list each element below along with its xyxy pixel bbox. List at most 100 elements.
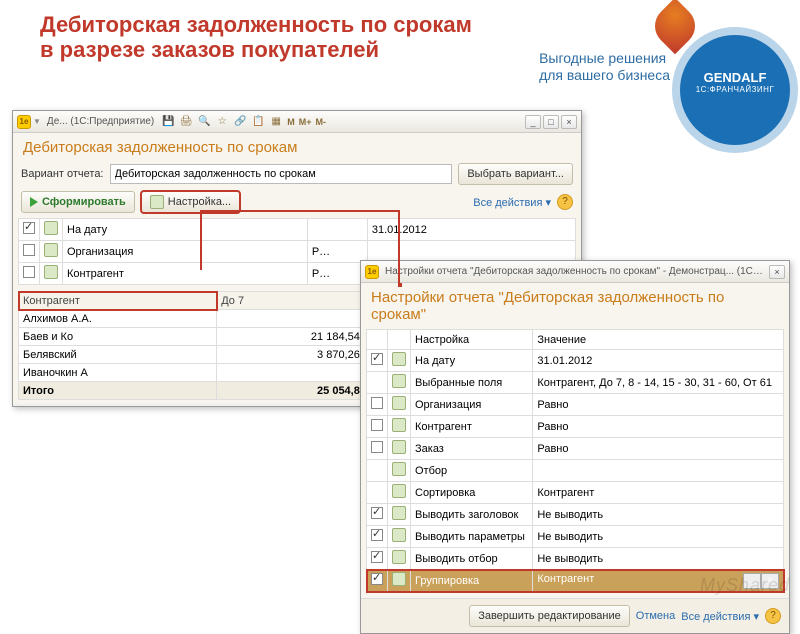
setting-value[interactable]: Контрагент: [533, 482, 784, 504]
window-title: Настройки отчета "Дебиторская задолженно…: [381, 266, 767, 277]
help-icon[interactable]: ?: [765, 608, 781, 624]
all-actions-link[interactable]: Все действия ▾: [681, 610, 759, 623]
checkbox[interactable]: [371, 353, 383, 365]
variant-input[interactable]: [110, 164, 453, 184]
settings-row[interactable]: Организация Равно: [367, 394, 784, 416]
field-icon: [392, 352, 406, 366]
checkbox[interactable]: [371, 397, 383, 409]
setting-label: Отбор: [411, 460, 533, 482]
setting-label: Организация: [63, 241, 308, 263]
form-report-button[interactable]: Сформировать: [21, 191, 135, 213]
col-setting: Настройка: [411, 330, 533, 350]
checkbox[interactable]: [371, 507, 383, 519]
help-icon[interactable]: ?: [557, 194, 573, 210]
calc-icon[interactable]: 📋: [250, 114, 266, 130]
play-icon: [30, 197, 38, 207]
settings-row[interactable]: Выводить заголовок Не выводить: [367, 504, 784, 526]
preview-icon[interactable]: 🔍: [196, 114, 212, 130]
column-header: До 7: [217, 292, 365, 310]
setting-value[interactable]: Контрагент, До 7, 8 - 14, 15 - 30, 31 - …: [533, 372, 784, 394]
titlebar: 1e ▼ Де... (1С:Предприятие) 💾 🖨 🔍 ☆ 🔗 📋 …: [13, 111, 581, 133]
setting-label: Заказ: [411, 438, 533, 460]
page-subtitle: Выгодные решения для вашего бизнеса: [539, 50, 670, 84]
checkbox[interactable]: [371, 441, 383, 453]
finish-editing-button[interactable]: Завершить редактирование: [469, 605, 630, 627]
setting-label: Сортировка: [411, 482, 533, 504]
select-variant-button[interactable]: Выбрать вариант...: [458, 163, 573, 185]
link-icon[interactable]: 🔗: [232, 114, 248, 130]
setting-value[interactable]: Не выводить: [533, 548, 784, 570]
settings-row[interactable]: Контрагент Равно: [367, 416, 784, 438]
settings-row[interactable]: Выбранные поля Контрагент, До 7, 8 - 14,…: [367, 372, 784, 394]
variant-label: Вариант отчета:: [21, 168, 104, 180]
all-actions-link[interactable]: Все действия ▾: [473, 196, 551, 209]
report-header: Дебиторская задолженность по срокам: [13, 133, 581, 160]
m-plus-button[interactable]: M+: [298, 117, 313, 127]
titlebar: 1e Настройки отчета "Дебиторская задолже…: [361, 261, 789, 283]
save-icon[interactable]: 💾: [160, 114, 176, 130]
settings-header: Настройки отчета "Дебиторская задолженно…: [361, 283, 789, 327]
setting-value[interactable]: 31.01.2012: [533, 350, 784, 372]
print-icon[interactable]: 🖨: [178, 114, 194, 130]
setting-label: Контрагент: [411, 416, 533, 438]
checkbox[interactable]: [23, 266, 35, 278]
setting-label: Выводить параметры: [411, 526, 533, 548]
brand-logo-badge: GENDALF 1С:ФРАНЧАЙЗИНГ: [680, 35, 790, 145]
window-title: Де... (1С:Предприятие): [43, 116, 158, 127]
setting-value[interactable]: Равно: [533, 438, 784, 460]
cancel-link[interactable]: Отмена: [636, 610, 675, 622]
checkbox[interactable]: [371, 529, 383, 541]
setting-label: Контрагент: [63, 263, 308, 285]
checkbox[interactable]: [23, 222, 35, 234]
settings-row[interactable]: Отбор: [367, 460, 784, 482]
setting-op[interactable]: Р…: [307, 241, 367, 263]
field-icon: [392, 418, 406, 432]
m-minus-button[interactable]: M-: [315, 117, 328, 127]
setting-label: Выбранные поля: [411, 372, 533, 394]
settings-icon: [150, 195, 164, 209]
field-icon: [392, 528, 406, 542]
setting-value[interactable]: Равно: [533, 394, 784, 416]
field-icon: [44, 221, 58, 235]
field-icon: [392, 484, 406, 498]
field-icon: [392, 506, 406, 520]
watermark: MyShared: [700, 575, 790, 596]
settings-row[interactable]: На дату 31.01.2012: [367, 350, 784, 372]
field-icon: [44, 243, 58, 257]
checkbox[interactable]: [371, 551, 383, 563]
field-icon: [44, 265, 58, 279]
setting-op[interactable]: Р…: [307, 263, 367, 285]
close-button[interactable]: ×: [561, 115, 577, 129]
field-icon: [392, 572, 406, 586]
settings-row[interactable]: Сортировка Контрагент: [367, 482, 784, 504]
checkbox[interactable]: [371, 419, 383, 431]
settings-row[interactable]: Выводить отбор Не выводить: [367, 548, 784, 570]
app-icon: 1e: [17, 115, 31, 129]
callout-connector: [398, 283, 402, 287]
checkbox[interactable]: [371, 573, 383, 585]
setting-op[interactable]: [307, 219, 367, 241]
setting-value[interactable]: Не выводить: [533, 526, 784, 548]
field-icon: [392, 462, 406, 476]
field-icon: [392, 440, 406, 454]
settings-button[interactable]: Настройка...: [141, 191, 240, 213]
close-button[interactable]: ×: [769, 265, 785, 279]
col-value: Значение: [533, 330, 784, 350]
settings-row[interactable]: Выводить параметры Не выводить: [367, 526, 784, 548]
setting-label: На дату: [63, 219, 308, 241]
maximize-button[interactable]: □: [543, 115, 559, 129]
window-dropdown-icon[interactable]: ▼: [33, 117, 41, 126]
app-icon: 1e: [365, 265, 379, 279]
minimize-button[interactable]: _: [525, 115, 541, 129]
field-icon: [392, 550, 406, 564]
setting-label: Группировка: [411, 570, 533, 592]
setting-value[interactable]: Не выводить: [533, 504, 784, 526]
grid-icon[interactable]: ▦: [268, 114, 284, 130]
favorite-icon[interactable]: ☆: [214, 114, 230, 130]
m-button[interactable]: M: [286, 117, 296, 127]
setting-value[interactable]: Равно: [533, 416, 784, 438]
setting-label: На дату: [411, 350, 533, 372]
checkbox[interactable]: [23, 244, 35, 256]
settings-row[interactable]: Заказ Равно: [367, 438, 784, 460]
setting-value[interactable]: [533, 460, 784, 482]
